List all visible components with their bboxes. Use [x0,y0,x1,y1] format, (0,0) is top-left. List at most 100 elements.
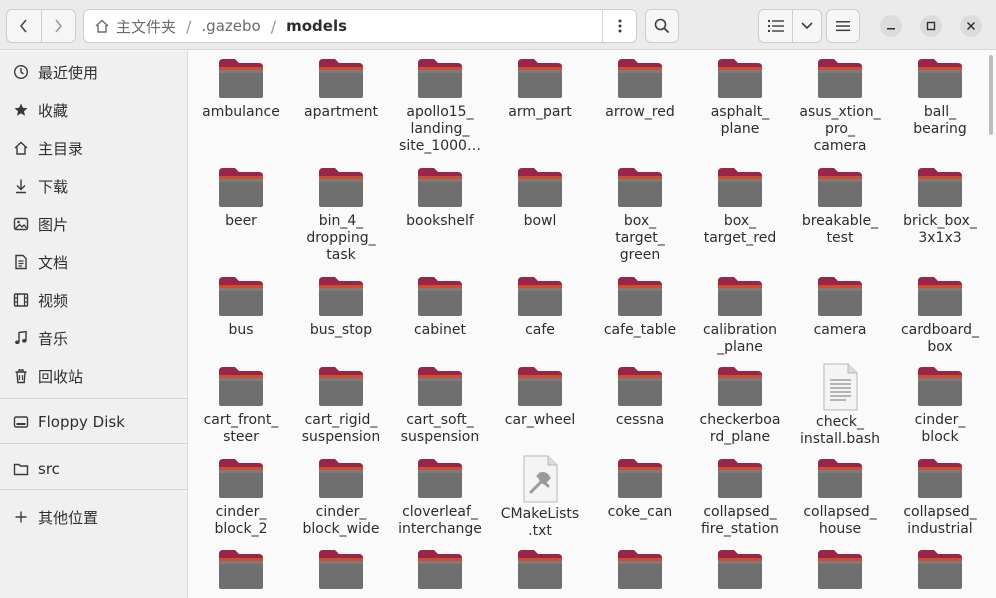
minimize-icon [887,28,895,30]
folder-item[interactable] [790,548,890,595]
folder-item[interactable]: camera [790,275,890,339]
folder-item[interactable]: bus_stop [291,275,391,339]
sidebar-item-trash[interactable]: 回收站 [0,358,188,394]
sidebar-item-label: 收藏 [38,101,69,120]
folder-item[interactable]: apollo15_ landing_ site_1000… [390,57,490,155]
folder-icon [716,365,764,409]
path-menu-button[interactable] [602,10,636,42]
breadcrumb-models[interactable]: models [276,10,357,42]
folder-item[interactable] [690,548,790,595]
folder-item[interactable]: collapsed_ industrial [890,457,986,538]
home-icon [12,139,30,157]
folder-icon [716,57,764,101]
folder-item[interactable]: coke_can [590,457,690,521]
minimize-button[interactable] [880,15,902,37]
sidebar-item-music[interactable]: 音乐 [0,320,188,356]
folder-item[interactable]: box_ target_red [690,166,790,247]
view-options-button[interactable] [793,10,821,42]
folder-item[interactable]: cart_rigid_ suspension [291,365,391,446]
breadcrumb-home[interactable]: 主文件夹 [84,10,186,42]
sidebar-item-other-locations[interactable]: 其他位置 [0,499,188,535]
folder-item[interactable]: cinder_ block [890,365,986,446]
sidebar-item-videos[interactable]: 视频 [0,282,188,318]
main-menu-button[interactable] [826,9,860,43]
folder-item[interactable] [291,548,391,595]
folder-item[interactable]: apartment [291,57,391,121]
file-item[interactable]: CMakeLists .txt [490,455,590,540]
folder-item[interactable]: bowl [490,166,590,230]
folder-icon [616,57,664,101]
folder-item[interactable]: bus [191,275,291,339]
sidebar-item-documents[interactable]: 文档 [0,244,188,280]
folder-item[interactable]: cart_soft_ suspension [390,365,490,446]
folder-item[interactable]: cart_front_ steer [191,365,291,446]
folder-item[interactable]: cloverleaf_ interchange [390,457,490,538]
folder-item[interactable]: cabinet [390,275,490,339]
clock-icon [12,63,30,81]
sidebar-item-label: 下载 [38,177,69,196]
folder-icon [616,275,664,319]
breadcrumb-gazebo[interactable]: .gazebo [191,10,270,42]
file-label: cafe [525,322,555,338]
folder-icon [916,166,964,210]
folder-item[interactable]: ambulance [191,57,291,121]
folder-icon [716,548,764,592]
video-icon [12,291,30,309]
folder-item[interactable]: bin_4_ dropping_ task [291,166,391,264]
sidebar-item-starred[interactable]: 收藏 [0,92,188,128]
sidebar-item-recent[interactable]: 最近使用 [0,54,188,90]
sidebar-item-downloads[interactable]: 下载 [0,168,188,204]
back-button[interactable] [7,10,42,42]
folder-icon [317,166,365,210]
folder-item[interactable]: beer [191,166,291,230]
sidebar-item-pictures[interactable]: 图片 [0,206,188,242]
sidebar-item-home[interactable]: 主目录 [0,130,188,166]
file-item[interactable]: check_ install.bash [790,363,890,448]
folder-item[interactable]: cinder_ block_wide [291,457,391,538]
folder-item[interactable] [490,548,590,595]
folder-item[interactable] [191,548,291,595]
sidebar-item-label: 主目录 [38,139,84,158]
file-label: cinder_ block_wide [302,504,380,537]
folder-item[interactable]: collapsed_ house [790,457,890,538]
forward-button[interactable] [42,10,76,42]
folder-item[interactable]: cafe_table [590,275,690,339]
folder-item[interactable]: cafe [490,275,590,339]
folder-icon [616,548,664,592]
sidebar-item-src[interactable]: src [0,451,188,487]
download-icon [12,177,30,195]
list-view-button[interactable] [759,10,793,42]
folder-item[interactable]: breakable_ test [790,166,890,247]
folder-item[interactable]: bookshelf [390,166,490,230]
image-icon [12,215,30,233]
folder-item[interactable]: collapsed_ fire_station [690,457,790,538]
list-view-icon [767,20,784,32]
folder-item[interactable]: box_ target_ green [590,166,690,264]
folder-item[interactable]: calibration _plane [690,275,790,356]
search-button[interactable] [645,9,679,43]
folder-icon [816,275,864,319]
folder-item[interactable]: arrow_red [590,57,690,121]
maximize-button[interactable] [920,15,942,37]
folder-item[interactable]: arm_part [490,57,590,121]
close-button[interactable] [960,15,982,37]
folder-item[interactable]: car_wheel [490,365,590,429]
folder-item[interactable]: brick_box_ 3x1x3 [890,166,986,247]
folder-item[interactable]: asus_xtion_ pro_ camera [790,57,890,155]
folder-item[interactable]: asphalt_ plane [690,57,790,138]
folder-item[interactable]: checkerboa rd_plane [690,365,790,446]
folder-item[interactable]: cardboard_ box [890,275,986,356]
folder-icon [816,457,864,501]
folder-item[interactable]: ball_ bearing [890,57,986,138]
folder-item[interactable] [590,548,690,595]
file-label: cabinet [413,322,467,338]
folder-item[interactable] [390,548,490,595]
sidebar-divider [0,489,188,490]
file-label: car_wheel [504,412,576,428]
scrollbar[interactable] [989,55,993,135]
file-label: collapsed_ house [803,504,877,537]
sidebar-item-floppy-disk[interactable]: Floppy Disk [0,404,188,440]
folder-item[interactable]: cessna [590,365,690,429]
folder-item[interactable]: cinder_ block_2 [191,457,291,538]
folder-item[interactable] [890,548,986,595]
